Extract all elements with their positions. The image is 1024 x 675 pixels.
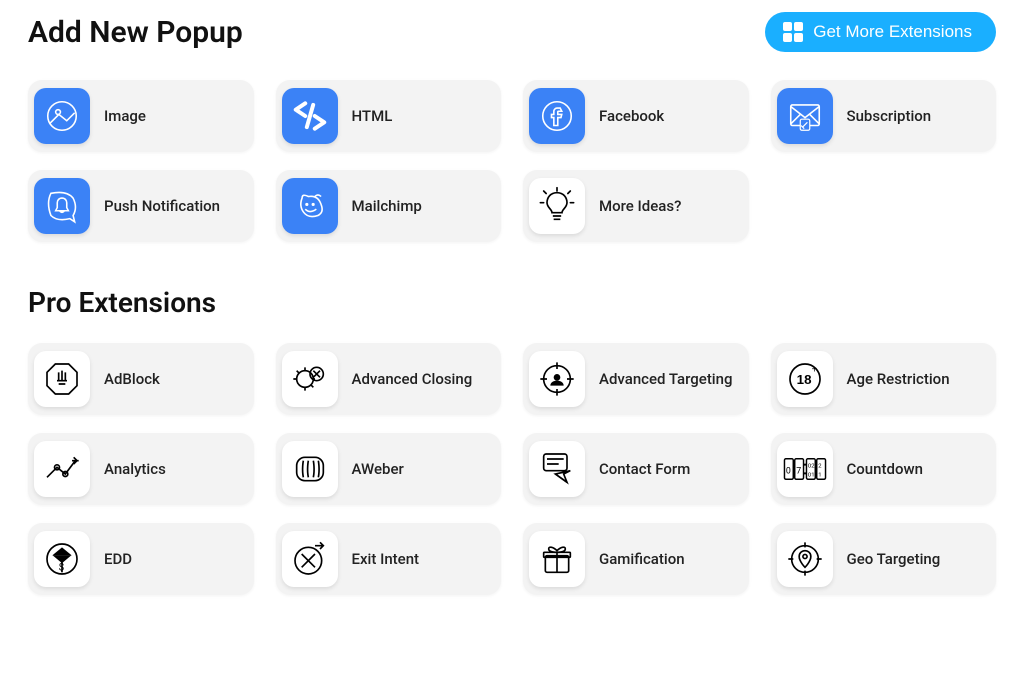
svg-text:18: 18 [796, 372, 811, 387]
geo-targeting-icon [777, 531, 833, 587]
push-notification-icon [34, 178, 90, 234]
gamification-icon [529, 531, 585, 587]
get-more-extensions-button[interactable]: Get More Extensions [765, 12, 996, 52]
grid-icon [783, 22, 803, 42]
get-more-label: Get More Extensions [813, 22, 972, 42]
card-html[interactable]: HTML [276, 80, 502, 152]
popup-types-grid: Image HTML Facebook Subscription Push Notifi… [28, 80, 996, 242]
card-label: Advanced Closing [352, 370, 473, 388]
svg-text:02: 02 [807, 464, 814, 470]
svg-text:7: 7 [796, 466, 801, 476]
svg-text:0: 0 [785, 466, 790, 476]
svg-text:2: 2 [818, 464, 822, 470]
card-label: EDD [104, 550, 132, 568]
pro-extensions-title: Pro Extensions [28, 286, 996, 319]
card-label: HTML [352, 107, 393, 125]
card-aweber[interactable]: AWeber [276, 433, 502, 505]
card-label: More Ideas? [599, 197, 681, 215]
page-title: Add New Popup [28, 15, 243, 50]
card-push-notification[interactable]: Push Notification [28, 170, 254, 242]
lightbulb-icon [529, 178, 585, 234]
card-subscription[interactable]: Subscription [771, 80, 997, 152]
svg-text:1: 1 [818, 472, 821, 478]
card-label: Exit Intent [352, 550, 420, 568]
svg-text:+: + [811, 364, 817, 375]
card-label: AWeber [352, 460, 404, 478]
card-label: Push Notification [104, 197, 220, 215]
card-countdown[interactable]: 07 02 01 2 1 Countdown [771, 433, 997, 505]
edd-icon: $ [34, 531, 90, 587]
advanced-targeting-icon [529, 351, 585, 407]
card-contact-form[interactable]: Contact Form [523, 433, 749, 505]
card-label: Contact Form [599, 460, 690, 478]
svg-text:01: 01 [807, 472, 814, 478]
pro-extensions-grid: AdBlock Advanced Closing Advanced Targetin… [28, 343, 996, 595]
card-label: Image [104, 107, 146, 125]
card-edd[interactable]: $ EDD [28, 523, 254, 595]
html-icon [282, 88, 338, 144]
card-label: Gamification [599, 550, 685, 568]
card-age-restriction[interactable]: 18+ Age Restriction [771, 343, 997, 415]
card-label: Mailchimp [352, 197, 422, 215]
card-label: Analytics [104, 460, 166, 478]
card-advanced-closing[interactable]: Advanced Closing [276, 343, 502, 415]
countdown-icon: 07 02 01 2 1 [777, 441, 833, 497]
card-more-ideas[interactable]: More Ideas? [523, 170, 749, 242]
card-facebook[interactable]: Facebook [523, 80, 749, 152]
advanced-closing-icon [282, 351, 338, 407]
card-label: Advanced Targeting [599, 370, 733, 388]
analytics-icon [34, 441, 90, 497]
card-label: Countdown [847, 460, 923, 478]
card-advanced-targeting[interactable]: Advanced Targeting [523, 343, 749, 415]
adblock-icon [34, 351, 90, 407]
card-geo-targeting[interactable]: Geo Targeting [771, 523, 997, 595]
card-analytics[interactable]: Analytics [28, 433, 254, 505]
card-label: Facebook [599, 107, 664, 125]
card-exit-intent[interactable]: Exit Intent [276, 523, 502, 595]
card-label: Subscription [847, 107, 932, 125]
image-icon [34, 88, 90, 144]
subscription-icon [777, 88, 833, 144]
mailchimp-icon [282, 178, 338, 234]
age-restriction-icon: 18+ [777, 351, 833, 407]
contact-form-icon [529, 441, 585, 497]
exit-intent-icon [282, 531, 338, 587]
card-image[interactable]: Image [28, 80, 254, 152]
card-label: Age Restriction [847, 370, 950, 388]
card-adblock[interactable]: AdBlock [28, 343, 254, 415]
card-label: AdBlock [104, 370, 160, 388]
aweber-icon [282, 441, 338, 497]
card-mailchimp[interactable]: Mailchimp [276, 170, 502, 242]
facebook-icon [529, 88, 585, 144]
card-gamification[interactable]: Gamification [523, 523, 749, 595]
card-label: Geo Targeting [847, 550, 941, 568]
